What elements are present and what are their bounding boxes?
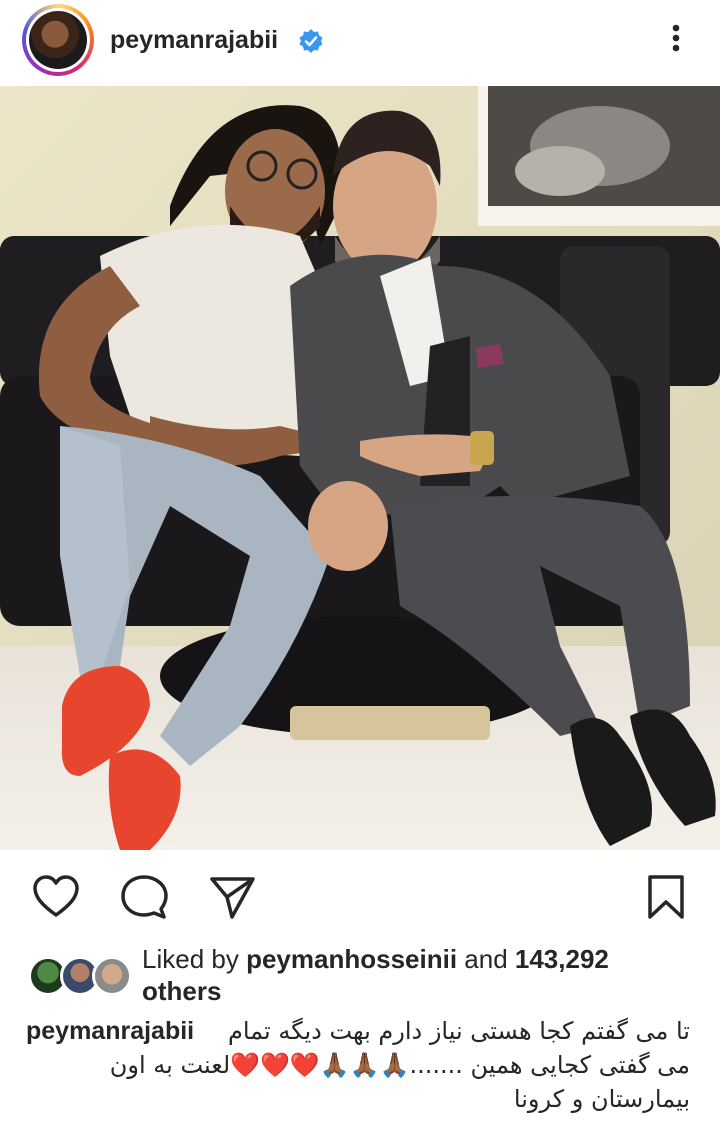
send-icon[interactable] — [208, 874, 256, 920]
caption-username[interactable]: peymanrajabii — [26, 1014, 194, 1048]
caption: peymanrajabii تا می گفتم کجا هستی نیاز د… — [26, 1014, 690, 1116]
post-photo[interactable] — [0, 86, 720, 850]
comment-icon[interactable] — [120, 874, 168, 920]
verified-badge-icon — [299, 29, 323, 53]
action-bar — [0, 862, 720, 932]
caption-line: می گفتی کجایی همین .......🙏🏾🙏🏾🙏🏾❤️❤️❤️لع… — [109, 1051, 690, 1079]
more-options-icon[interactable] — [662, 20, 690, 56]
post-username[interactable]: peymanrajabii — [110, 26, 278, 55]
liker-avatar[interactable] — [92, 956, 132, 996]
likes-section: Liked by peymanhosseinii and 143,292 othe… — [0, 938, 720, 1008]
heart-icon[interactable] — [32, 874, 80, 920]
liker-username[interactable]: peymanhosseinii — [246, 944, 457, 974]
likes-others[interactable]: others — [142, 976, 221, 1006]
post-header: peymanrajabii — [0, 0, 720, 84]
caption-line: بیمارستان و کرونا — [513, 1085, 690, 1113]
caption-line: تا می گفتم کجا هستی نیاز دارم بهت دیگه ت… — [228, 1017, 690, 1045]
avatar-image — [29, 11, 87, 69]
likes-count[interactable]: 143,292 — [515, 944, 609, 974]
post-image — [0, 86, 720, 850]
bookmark-icon[interactable] — [642, 874, 690, 920]
avatar[interactable] — [22, 4, 94, 76]
likes-text[interactable]: Liked by peymanhosseinii and 143,292 othe… — [142, 943, 662, 1007]
